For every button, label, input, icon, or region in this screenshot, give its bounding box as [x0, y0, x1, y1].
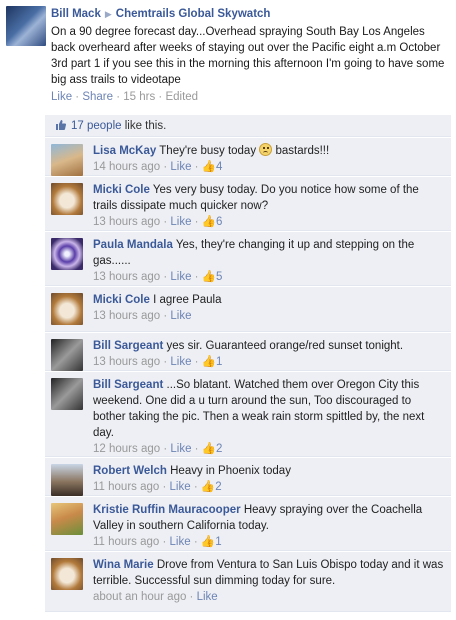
comment-timestamp[interactable]: 13 hours ago	[93, 216, 160, 228]
separator: ·	[155, 91, 166, 103]
comment: Lisa McKay They're busy today bastards!!…	[45, 138, 451, 176]
comment-timestamp[interactable]: about an hour ago	[93, 591, 186, 603]
comment: Wina Marie Drove from Ventura to San Lui…	[45, 552, 451, 612]
commenter-avatar[interactable]	[51, 503, 83, 535]
thumbs-up-icon: 👍	[201, 216, 217, 228]
commenter-name-link[interactable]: Wina Marie	[93, 559, 154, 571]
like-count-value: 2	[216, 443, 223, 455]
comment-like-count[interactable]: 👍6	[202, 216, 223, 228]
post-author-link[interactable]: Bill Mack	[51, 8, 101, 20]
post-share-link[interactable]: Share	[82, 91, 113, 103]
comment-like-count[interactable]: 👍2	[201, 481, 222, 493]
post-actions: Like · Share · 15 hrs · Edited	[51, 91, 198, 103]
post-header: Bill Mack ▶ Chemtrails Global Skywatch	[51, 8, 270, 20]
comment-timestamp[interactable]: 13 hours ago	[93, 356, 160, 368]
comment: Bill Sargeant yes sir. Guaranteed orange…	[45, 333, 451, 371]
commenter-avatar[interactable]	[51, 339, 83, 371]
thumbs-up-icon: 👍	[201, 271, 217, 283]
like-count-value: 4	[216, 161, 223, 173]
commenter-avatar[interactable]	[51, 238, 83, 270]
commenter-avatar[interactable]	[51, 464, 83, 496]
commenter-name-link[interactable]: Bill Sargeant	[93, 340, 163, 352]
comment-text: Heavy in Phoenix today	[170, 465, 291, 477]
commenter-avatar[interactable]	[51, 183, 83, 215]
post-author-avatar[interactable]	[6, 6, 46, 46]
commenter-name-link[interactable]: Robert Welch	[93, 465, 167, 477]
comment-like-link[interactable]: Like	[197, 591, 218, 603]
comment-text: I agree Paula	[153, 294, 222, 306]
like-count-value: 1	[215, 536, 222, 548]
comment-like-link[interactable]: Like	[170, 356, 191, 368]
commenter-avatar[interactable]	[51, 144, 83, 176]
comment: Micki Cole I agree Paula 13 hours ago · …	[45, 287, 451, 332]
comment: Micki Cole Yes very busy today. Do you n…	[45, 177, 451, 231]
comment-timestamp[interactable]: 12 hours ago	[93, 443, 160, 455]
comment-like-link[interactable]: Like	[170, 161, 191, 173]
likes-count-link[interactable]: 17 people	[71, 120, 122, 132]
commenter-avatar[interactable]	[51, 378, 83, 410]
thumbs-up-icon: 👍	[200, 536, 216, 548]
post-like-link[interactable]: Like	[51, 91, 72, 103]
thumbs-up-icon: 👍	[201, 161, 217, 173]
comment-like-count[interactable]: 👍1	[202, 356, 223, 368]
comment-text: They're busy today	[159, 145, 257, 157]
comment: Bill Sargeant ...So blatant. Watched the…	[45, 372, 451, 457]
group-link[interactable]: Chemtrails Global Skywatch	[116, 8, 271, 20]
comment-like-link[interactable]: Like	[170, 271, 191, 283]
commenter-name-link[interactable]: Micki Cole	[93, 184, 150, 196]
separator: ·	[72, 91, 83, 103]
post-timestamp[interactable]: 15 hrs	[123, 91, 155, 103]
frown-emoji-icon	[259, 143, 273, 156]
like-count-value: 2	[215, 481, 222, 493]
comment-like-count[interactable]: 👍1	[201, 536, 222, 548]
commenter-avatar[interactable]	[51, 293, 83, 325]
comment: Paula Mandala Yes, they're changing it u…	[45, 232, 451, 286]
comment-timestamp[interactable]: 11 hours ago	[93, 481, 159, 493]
comment-timestamp[interactable]: 13 hours ago	[93, 271, 160, 283]
like-count-value: 1	[216, 356, 223, 368]
like-count-value: 6	[216, 216, 223, 228]
arrow-right-icon: ▶	[104, 9, 112, 19]
comment-text: yes sir. Guaranteed orange/red sunset to…	[166, 340, 404, 352]
likes-suffix: like this.	[121, 120, 167, 132]
commenter-name-link[interactable]: Kristie Ruffin Mauracooper	[93, 504, 241, 516]
thumbs-up-icon: 👍	[201, 443, 217, 455]
commenter-name-link[interactable]: Micki Cole	[93, 294, 150, 306]
comment-like-link[interactable]: Like	[170, 481, 191, 493]
comment-like-link[interactable]: Like	[170, 216, 191, 228]
thumbs-up-icon: 👍	[200, 481, 216, 493]
comment: Robert Welch Heavy in Phoenix today 11 h…	[45, 458, 451, 496]
commenter-avatar[interactable]	[51, 558, 83, 590]
comment: Kristie Ruffin Mauracooper Heavy sprayin…	[45, 497, 451, 551]
comment-like-link[interactable]: Like	[170, 536, 191, 548]
commenter-name-link[interactable]: Bill Sargeant	[93, 379, 163, 391]
comment-like-link[interactable]: Like	[170, 443, 191, 455]
edited-label[interactable]: Edited	[165, 91, 198, 103]
likes-summary: 17 people like this.	[45, 115, 451, 137]
comment-timestamp[interactable]: 13 hours ago	[93, 310, 160, 322]
thumbs-up-icon	[55, 119, 67, 131]
commenter-name-link[interactable]: Paula Mandala	[93, 239, 173, 251]
comment-like-count[interactable]: 👍5	[202, 271, 223, 283]
comment-like-link[interactable]: Like	[170, 310, 191, 322]
post-text: On a 90 degree forecast day...Overhead s…	[51, 26, 445, 86]
comment-like-count[interactable]: 👍2	[202, 443, 223, 455]
like-count-value: 5	[216, 271, 223, 283]
commenter-name-link[interactable]: Lisa McKay	[93, 145, 156, 157]
comment-like-count[interactable]: 👍4	[202, 161, 223, 173]
thumbs-up-icon: 👍	[201, 356, 217, 368]
comment-timestamp[interactable]: 14 hours ago	[93, 161, 160, 173]
comment-text-tail: bastards!!!	[272, 145, 330, 157]
separator: ·	[113, 91, 124, 103]
post: Bill Mack ▶ Chemtrails Global Skywatch On …	[0, 0, 456, 112]
comment-timestamp[interactable]: 11 hours ago	[93, 536, 159, 548]
